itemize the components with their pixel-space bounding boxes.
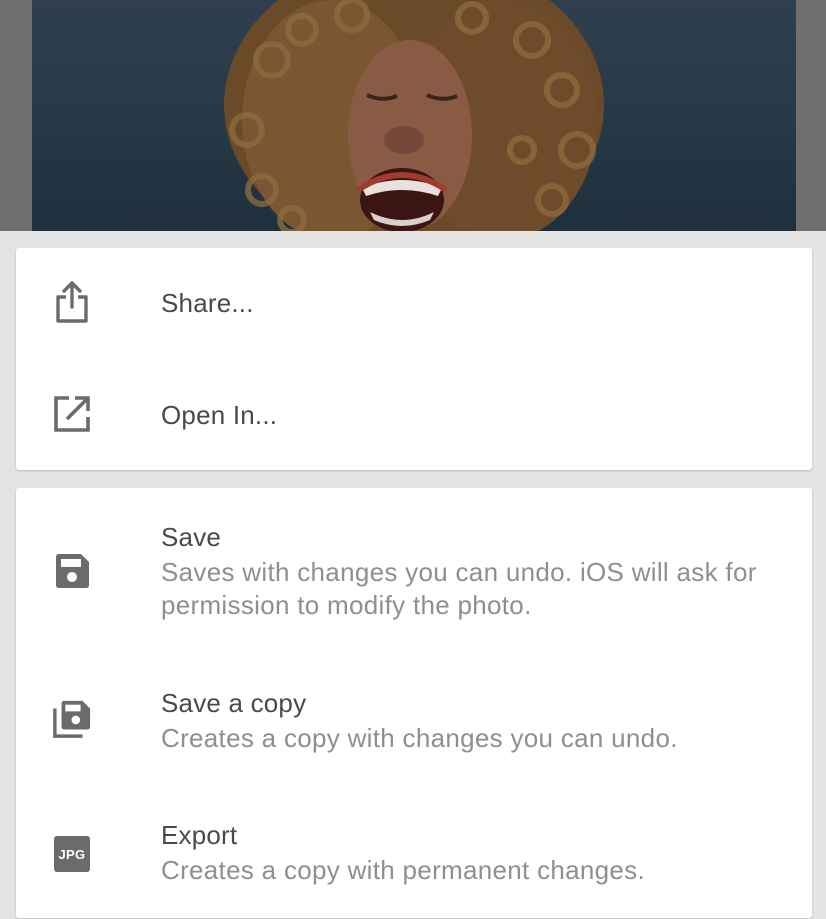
share-icon xyxy=(52,281,92,323)
save-icon xyxy=(52,551,92,591)
share-label: Share... xyxy=(161,288,254,318)
save-options-card: Save Saves with changes you can undo. iO… xyxy=(16,488,812,918)
export-label: Export xyxy=(161,820,238,850)
open-in-row[interactable]: Open In... xyxy=(16,360,812,470)
portrait-photo xyxy=(224,0,604,231)
save-row[interactable]: Save Saves with changes you can undo. iO… xyxy=(16,488,812,644)
save-description: Saves with changes you can undo. iOS wil… xyxy=(161,557,757,620)
share-options-card: Share... Open In... xyxy=(16,248,812,470)
export-description: Creates a copy with permanent changes. xyxy=(161,855,645,885)
share-row[interactable]: Share... xyxy=(16,248,812,360)
save-copy-description: Creates a copy with changes you can undo… xyxy=(161,723,678,753)
open-in-label: Open In... xyxy=(161,400,278,430)
open-in-icon xyxy=(52,394,92,434)
save-copy-label: Save a copy xyxy=(161,688,307,718)
jpg-icon: JPG xyxy=(52,834,92,874)
save-copy-icon xyxy=(52,699,92,739)
photo-backdrop xyxy=(0,0,826,231)
export-row[interactable]: JPG Export Creates a copy with permanent… xyxy=(16,782,812,918)
photo-preview xyxy=(32,0,796,231)
jpg-badge: JPG xyxy=(54,836,90,872)
save-copy-row[interactable]: Save a copy Creates a copy with changes … xyxy=(16,644,812,782)
save-label: Save xyxy=(161,522,222,552)
